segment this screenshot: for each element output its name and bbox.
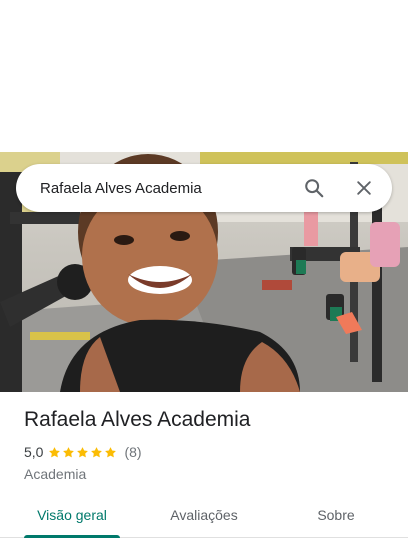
place-category[interactable]: Academia (24, 466, 86, 482)
star-icon (49, 446, 61, 457)
tab-reviews[interactable]: Avaliações (154, 492, 254, 537)
place-name: Rafaela Alves Academia (24, 408, 251, 431)
close-icon[interactable] (346, 170, 382, 206)
active-tab-indicator (24, 535, 120, 538)
star-icon (63, 446, 75, 457)
tab-overview-label: Visão geral (37, 506, 107, 523)
star-icon (105, 446, 117, 457)
search-icon[interactable] (296, 170, 332, 206)
place-page: Rafaela Alves Academia Rafaela Alves Aca… (0, 0, 408, 544)
star-icon (91, 446, 103, 457)
tab-about[interactable]: Sobre (290, 492, 382, 537)
rating-value: 5,0 (24, 444, 44, 460)
search-input[interactable]: Rafaela Alves Academia (40, 180, 296, 197)
rating-row[interactable]: 5,0 (8) (24, 444, 142, 460)
star-rating (48, 446, 118, 459)
tab-about-label: Sobre (317, 506, 355, 523)
tab-overview[interactable]: Visão geral (24, 492, 120, 537)
review-count[interactable]: (8) (124, 444, 141, 460)
tab-reviews-label: Avaliações (170, 506, 238, 523)
star-icon (77, 446, 89, 457)
place-tabs: Visão geral Avaliações Sobre (0, 492, 408, 538)
search-bar[interactable]: Rafaela Alves Academia (16, 164, 392, 212)
